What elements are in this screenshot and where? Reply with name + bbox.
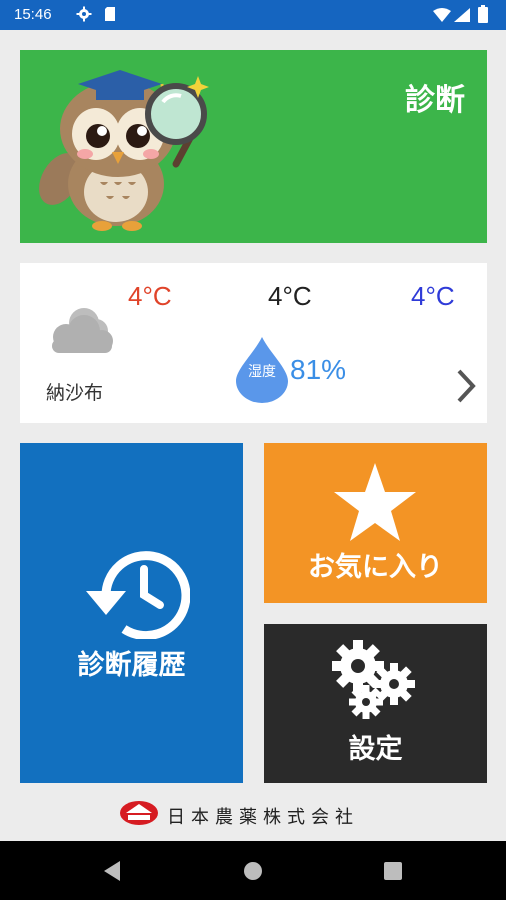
weather-card[interactable]: 4°C 4°C 4°C 納沙布 湿度 81%: [20, 263, 487, 423]
humidity-value: 81%: [290, 354, 347, 385]
favorites-label: お気に入り: [308, 552, 443, 583]
cloud-icon: [52, 308, 113, 353]
settings-tile[interactable]: 設定: [264, 624, 487, 783]
star-icon: [334, 463, 416, 541]
battery-icon: [478, 5, 488, 27]
signal-icon: [454, 7, 470, 26]
temp-low: 4°C: [411, 281, 455, 311]
recents-icon[interactable]: [384, 862, 402, 880]
wifi-icon: [433, 7, 451, 26]
temp-current: 4°C: [268, 281, 312, 311]
history-tile[interactable]: 診断履歴: [20, 443, 243, 783]
history-label: 診断履歴: [77, 650, 186, 681]
gear-icon: [76, 6, 92, 26]
gears-icon: [332, 640, 415, 719]
diagnosis-label: 診断: [405, 83, 465, 118]
sim-card-icon: [104, 6, 116, 26]
diagnosis-card[interactable]: 診断: [20, 50, 487, 243]
back-icon[interactable]: [102, 860, 122, 882]
home-icon[interactable]: [243, 861, 263, 881]
history-clock-icon: [86, 551, 190, 639]
temp-high: 4°C: [128, 281, 172, 311]
navigation-bar: [0, 841, 506, 900]
status-time: 15:46: [14, 6, 52, 23]
status-bar: 15:46: [0, 0, 506, 30]
owl-mascot-icon: [39, 70, 209, 231]
company-name: 日本農薬株式会社: [167, 807, 359, 828]
location-name: 納沙布: [46, 382, 104, 404]
humidity-label: 湿度: [248, 364, 276, 380]
favorites-tile[interactable]: お気に入り: [264, 443, 487, 603]
chevron-right-icon[interactable]: [456, 369, 476, 403]
company-logo: [120, 801, 158, 825]
settings-label: 設定: [348, 734, 403, 765]
footer: 日本農薬株式会社: [0, 795, 506, 833]
